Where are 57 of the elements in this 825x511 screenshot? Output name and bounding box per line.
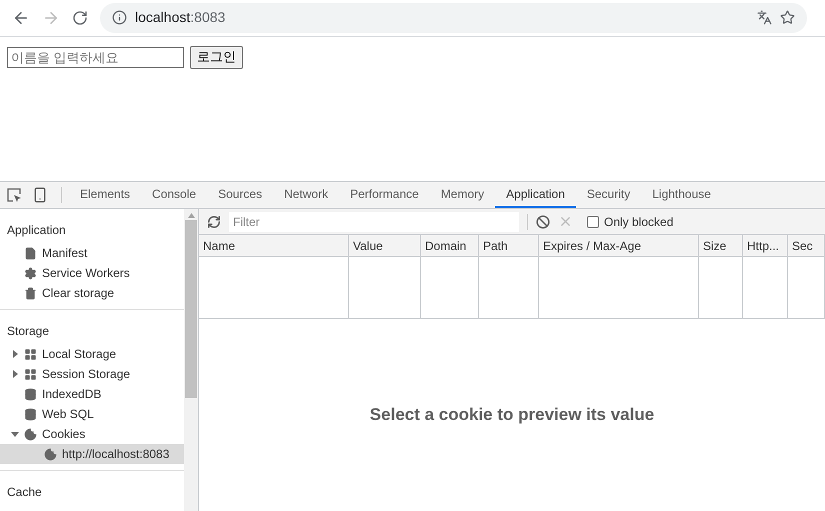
column-header[interactable]: Path [479, 235, 539, 256]
device-icon[interactable] [32, 187, 48, 203]
gear-icon [24, 266, 37, 280]
column-header[interactable]: Name [199, 235, 349, 256]
column-header[interactable]: Size [699, 235, 743, 256]
filter-input-field[interactable]: Filter [229, 212, 519, 232]
info-icon[interactable] [112, 10, 127, 26]
database-icon [24, 408, 37, 420]
cookie-icon [24, 428, 37, 440]
sidebar-item[interactable]: Manifest [0, 243, 184, 263]
column-header[interactable]: Http... [743, 235, 788, 256]
sidebar-item[interactable]: Local Storage [0, 344, 184, 364]
devtools-tab[interactable]: Console [141, 182, 208, 208]
section-title: Cache [6, 484, 43, 501]
reload-icon[interactable] [72, 10, 88, 26]
sidebar-item[interactable]: http://localhost:8083 [0, 444, 184, 464]
cookie-icon [44, 448, 57, 460]
inspect-icon[interactable] [7, 188, 22, 202]
grid-icon [24, 368, 37, 380]
caret-right-icon[interactable] [11, 370, 19, 378]
database-icon [24, 388, 37, 400]
sidebar-item[interactable]: Session Storage [0, 364, 184, 384]
refresh-icon[interactable] [207, 214, 221, 228]
scrollbar[interactable] [184, 209, 198, 511]
name-input-field[interactable]: 이름을 입력하세요 [7, 46, 184, 68]
sidebar-item[interactable]: Service Workers [0, 263, 184, 283]
translate-icon[interactable] [757, 10, 772, 26]
address-bar[interactable]: localhost:8083 [100, 2, 807, 33]
file-icon [24, 246, 37, 260]
login-button[interactable]: 로그인 [190, 46, 243, 69]
column-header[interactable]: Sec [788, 235, 825, 256]
sidebar-item[interactable]: Cookies [0, 424, 184, 444]
column-header[interactable]: Domain [421, 235, 479, 256]
caret-right-icon[interactable] [11, 350, 19, 358]
devtools-tab[interactable]: Sources [207, 182, 274, 208]
devtools-tab[interactable]: Lighthouse [641, 182, 722, 208]
devtools-tab[interactable]: Elements [69, 182, 142, 208]
only-blocked-checkbox[interactable] [587, 216, 599, 228]
preview-message: Select a cookie to preview its value [370, 404, 654, 426]
grid-icon [24, 348, 37, 360]
bookmark-star-icon[interactable] [780, 10, 795, 26]
sidebar-item[interactable]: Web SQL [0, 404, 184, 424]
devtools-tab[interactable]: Security [576, 182, 642, 208]
block-icon[interactable] [536, 214, 550, 228]
section-title: Application [6, 222, 67, 239]
devtools-tab[interactable]: Memory [430, 182, 496, 208]
section-title: Storage [6, 323, 50, 340]
only-blocked-label: Only blocked [604, 214, 674, 230]
trash-icon [24, 286, 37, 300]
url-text: localhost:8083 [135, 8, 226, 28]
column-header[interactable]: Value [349, 235, 421, 256]
devtools-tab[interactable]: Network [273, 182, 340, 208]
sidebar-item[interactable]: IndexedDB [0, 384, 184, 404]
sidebar-item[interactable]: Clear storage [0, 283, 184, 303]
caret-down-icon[interactable] [11, 430, 19, 438]
devtools-tab[interactable]: Performance [339, 182, 430, 208]
column-header[interactable]: Expires / Max-Age [539, 235, 699, 256]
